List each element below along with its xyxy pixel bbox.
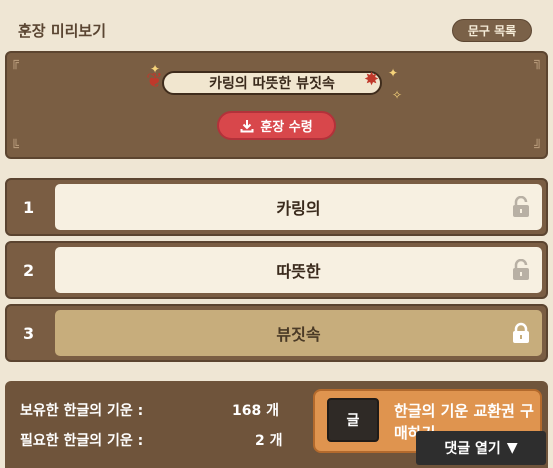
corner-ornament-icon: ╚ [11,140,19,155]
required-energy-value: 2 개 [255,433,283,449]
hangul-ticket-icon: 글 [327,398,379,442]
phrase-slot-2: 2 따뜻한 [5,241,548,299]
locked-padlock-icon[interactable] [510,322,532,344]
slot-phrase-text: 뷰짓속 [276,325,321,344]
owned-energy-value: 168 개 [232,403,279,419]
slot-number: 1 [23,197,35,217]
phrase-slot-1: 1 카링의 [5,178,548,236]
medal-preview-panel: ╔ ╗ ╚ ╝ [5,51,548,159]
medal-title-badge: 카링의 따뜻한 뷰짓속 [162,71,382,95]
leaf-ornament-icon: ❦ [146,68,163,92]
slot-phrase-field[interactable]: 따뜻한 [55,247,542,293]
phrase-slot-3: 3 뷰짓속 [5,304,548,362]
medal-title-text: 카링의 따뜻한 뷰짓속 [209,76,335,92]
open-comments-label: 댓글 열기 [444,441,501,457]
slot-phrase-text: 따뜻한 [276,262,321,281]
slot-number: 2 [23,260,35,280]
slot-phrase-text: 카링의 [276,199,321,218]
unlocked-padlock-icon[interactable] [510,196,532,218]
slot-phrase-field[interactable]: 카링의 [55,184,542,230]
sparkle-icon: ✧ [392,88,403,102]
phrase-list-button[interactable]: 문구 목록 [452,19,532,42]
slot-phrase-field[interactable]: 뷰짓속 [55,310,542,356]
corner-ornament-icon: ╗ [534,55,542,70]
download-icon [240,119,254,132]
sparkle-icon: ✦ [388,66,399,80]
receive-medal-button[interactable]: 훈장 수령 [217,111,336,140]
maple-leaf-icon: ✸ [364,69,380,90]
caret-down-icon: ▼ [506,440,518,456]
ticket-icon-text: 글 [346,413,360,429]
receive-medal-label: 훈장 수령 [260,120,313,135]
unlocked-padlock-icon[interactable] [510,259,532,281]
slot-number: 3 [23,323,35,343]
required-energy-label: 필요한 한글의 기운 : [20,433,144,449]
corner-ornament-icon: ╔ [11,55,19,70]
open-comments-button[interactable]: 댓글 열기 ▼ [416,431,546,465]
corner-ornament-icon: ╝ [534,140,542,155]
page-title: 훈장 미리보기 [18,22,107,40]
owned-energy-label: 보유한 한글의 기운 : [20,403,144,419]
